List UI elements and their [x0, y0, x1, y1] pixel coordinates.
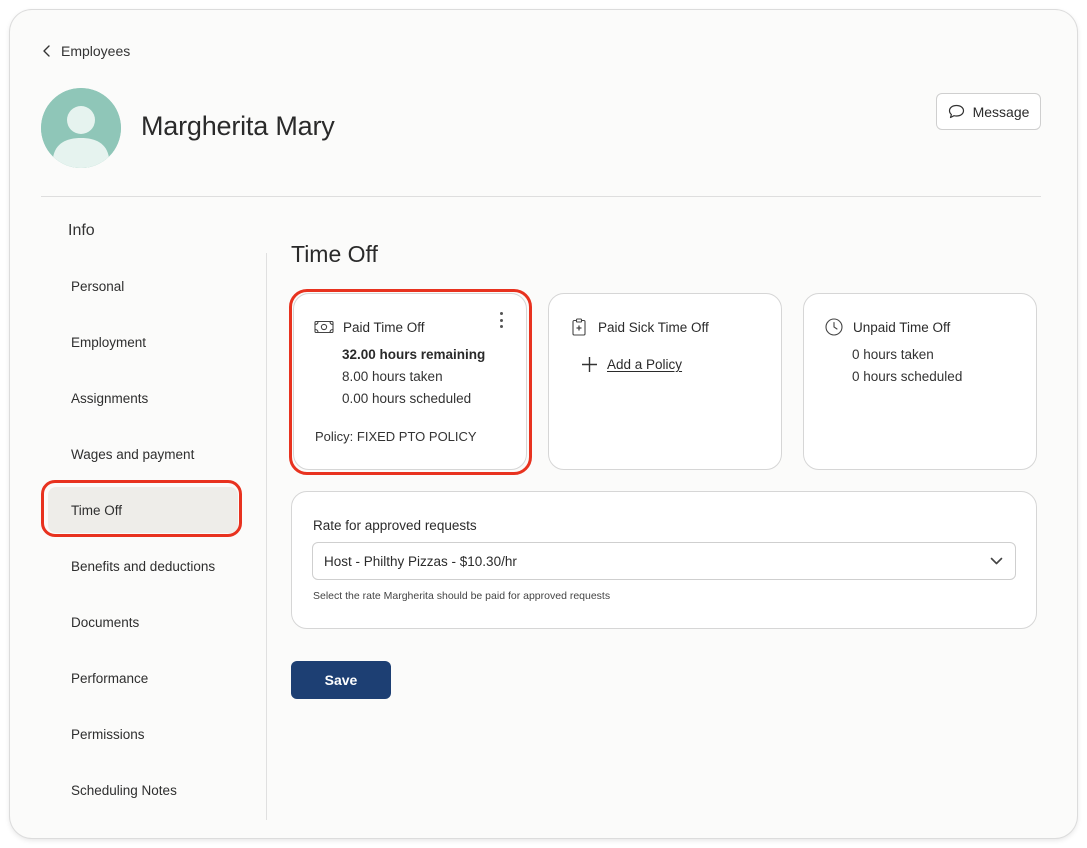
paid-time-off-card[interactable]: Paid Time Off 32.00 hours remaining 8.00… [293, 293, 527, 470]
rate-helper-text: Select the rate Margherita should be pai… [313, 590, 611, 602]
paid-hours-scheduled: 0.00 hours scheduled [342, 391, 472, 406]
sidebar-item-assignments[interactable]: Assignments [48, 375, 238, 421]
paid-hours-remaining: 32.00 hours remaining [342, 347, 486, 362]
medical-clipboard-icon [572, 318, 586, 336]
rate-label: Rate for approved requests [313, 518, 477, 533]
unpaid-hours-taken: 0 hours taken [852, 347, 934, 362]
sidebar-item-wages-and-payment[interactable]: Wages and payment [48, 431, 238, 477]
card-options-kebab-icon[interactable] [495, 310, 507, 330]
clock-icon [825, 318, 843, 336]
sidebar-item-time-off[interactable]: Time Off [48, 487, 238, 533]
sidebar-item-performance[interactable]: Performance [48, 655, 238, 701]
section-title: Time Off [291, 241, 378, 267]
paid-sick-time-off-header: Paid Sick Time Off [569, 318, 709, 336]
paid-hours-taken: 8.00 hours taken [342, 369, 443, 384]
unpaid-time-off-card[interactable]: Unpaid Time Off 0 hours taken 0 hours sc… [803, 293, 1037, 470]
header-divider [41, 196, 1041, 197]
add-a-policy-label: Add a Policy [607, 357, 683, 372]
employee-name: Margherita Mary [141, 111, 335, 141]
add-a-policy-link[interactable]: Add a Policy [581, 356, 682, 373]
paid-time-off-header: Paid Time Off [314, 318, 425, 336]
message-button[interactable]: Message [936, 93, 1041, 130]
plus-icon [582, 357, 597, 372]
unpaid-hours-scheduled: 0 hours scheduled [852, 369, 963, 384]
sidebar-item-permissions[interactable]: Permissions [48, 711, 238, 757]
paid-time-off-title: Paid Time Off [343, 319, 425, 335]
paid-policy-name: Policy: FIXED PTO POLICY [315, 429, 477, 444]
message-button-label: Message [972, 103, 1030, 120]
back-to-employees-link[interactable]: Employees [42, 43, 130, 59]
app-window: Employees Margherita Mary Message Info P… [10, 10, 1077, 838]
sidebar-item-employment[interactable]: Employment [48, 319, 238, 365]
sidebar-item-benefits-and-deductions[interactable]: Benefits and deductions [48, 543, 238, 589]
sidebar-item-documents[interactable]: Documents [48, 599, 238, 645]
chevron-left-icon [43, 45, 50, 57]
sidebar-item-personal[interactable]: Personal [48, 263, 238, 309]
chat-bubble-icon [948, 104, 964, 119]
sidebar-title: Info [68, 222, 95, 239]
cash-icon [314, 320, 334, 334]
unpaid-time-off-header: Unpaid Time Off [824, 318, 950, 336]
unpaid-time-off-title: Unpaid Time Off [853, 319, 951, 335]
rate-select[interactable]: Host - Philthy Pizzas - $10.30/hr [312, 542, 1016, 580]
person-placeholder-icon [41, 88, 121, 168]
save-button[interactable]: Save [291, 661, 391, 699]
paid-sick-time-off-card[interactable]: Paid Sick Time Off Add a Policy [548, 293, 782, 470]
rate-select-value: Host - Philthy Pizzas - $10.30/hr [324, 553, 517, 569]
sidebar-item-scheduling-notes[interactable]: Scheduling Notes [48, 767, 238, 813]
sidebar-divider [266, 253, 267, 820]
back-link-label: Employees [61, 43, 131, 59]
paid-sick-time-off-title: Paid Sick Time Off [598, 319, 709, 335]
chevron-down-icon [990, 557, 1003, 565]
rate-panel: Rate for approved requests Host - Philth… [291, 491, 1037, 629]
avatar [41, 88, 121, 168]
